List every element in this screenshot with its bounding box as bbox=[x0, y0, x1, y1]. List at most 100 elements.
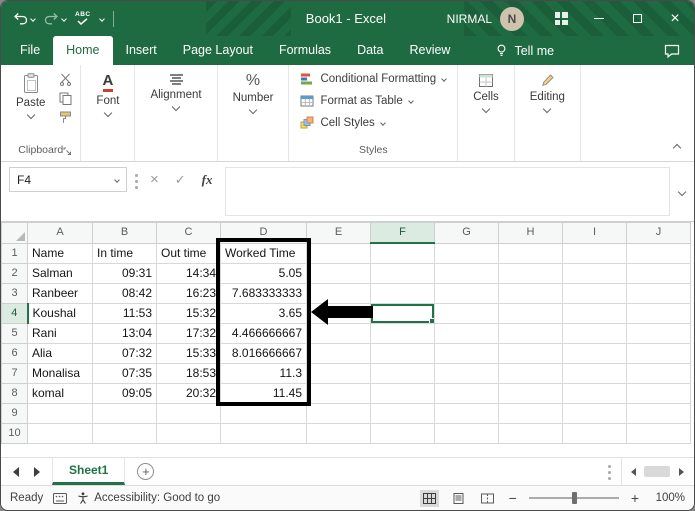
cell-D6[interactable]: 8.016666667 bbox=[221, 343, 307, 363]
column-header-C[interactable]: C bbox=[157, 223, 221, 244]
close-button[interactable]: × bbox=[656, 1, 694, 36]
row-header-2[interactable]: 2 bbox=[2, 263, 28, 283]
cell-G3[interactable] bbox=[435, 283, 499, 303]
maximize-button[interactable] bbox=[618, 1, 656, 36]
cell-H4[interactable] bbox=[499, 303, 563, 323]
column-header-G[interactable]: G bbox=[435, 223, 499, 244]
cell-E5[interactable] bbox=[307, 323, 371, 343]
cell-E8[interactable] bbox=[307, 383, 371, 403]
cell-I1[interactable] bbox=[563, 243, 627, 263]
zoom-slider-thumb[interactable] bbox=[572, 492, 577, 504]
cell-H3[interactable] bbox=[499, 283, 563, 303]
cell-B10[interactable] bbox=[93, 423, 157, 443]
cell-B2[interactable]: 09:31 bbox=[93, 263, 157, 283]
zoom-slider[interactable] bbox=[529, 491, 619, 505]
zoom-level[interactable]: 100% bbox=[651, 492, 685, 504]
cell-I7[interactable] bbox=[563, 363, 627, 383]
customize-qat-button[interactable] bbox=[99, 16, 105, 22]
cell-A4[interactable]: Koushal bbox=[28, 303, 93, 323]
minimize-button[interactable] bbox=[580, 1, 618, 36]
zoom-in-button[interactable]: + bbox=[629, 490, 641, 506]
cell-H5[interactable] bbox=[499, 323, 563, 343]
insert-function-button[interactable]: fx bbox=[198, 167, 217, 192]
tab-file[interactable]: File bbox=[7, 36, 53, 65]
cell-A10[interactable] bbox=[28, 423, 93, 443]
cell-F3[interactable] bbox=[371, 283, 435, 303]
cell-F5[interactable] bbox=[371, 323, 435, 343]
column-header-A[interactable]: A bbox=[28, 223, 93, 244]
font-button[interactable]: A Font bbox=[89, 70, 126, 119]
column-header-J[interactable]: J bbox=[627, 223, 691, 244]
cell-I8[interactable] bbox=[563, 383, 627, 403]
cell-F2[interactable] bbox=[371, 263, 435, 283]
cell-D3[interactable]: 7.683333333 bbox=[221, 283, 307, 303]
cell-C3[interactable]: 16:23 bbox=[157, 283, 221, 303]
cell-F4[interactable] bbox=[371, 303, 435, 323]
enter-button[interactable]: ✓ bbox=[171, 167, 190, 192]
cell-A1[interactable]: Name bbox=[28, 243, 93, 263]
row-header-8[interactable]: 8 bbox=[2, 383, 28, 403]
cells-button[interactable]: Cells bbox=[466, 70, 506, 115]
format-as-table-button[interactable]: Format as Table bbox=[297, 90, 449, 112]
cell-J8[interactable] bbox=[627, 383, 691, 403]
cell-I9[interactable] bbox=[563, 403, 627, 423]
formula-bar-expand-icon[interactable] bbox=[678, 188, 686, 196]
cell-D4[interactable]: 3.65 bbox=[221, 303, 307, 323]
previous-sheet-button[interactable] bbox=[13, 467, 19, 477]
cell-E10[interactable] bbox=[307, 423, 371, 443]
cell-A2[interactable]: Salman bbox=[28, 263, 93, 283]
cell-C9[interactable] bbox=[157, 403, 221, 423]
cell-C2[interactable]: 14:34 bbox=[157, 263, 221, 283]
cell-F10[interactable] bbox=[371, 423, 435, 443]
tell-me-button[interactable]: Tell me bbox=[495, 36, 554, 65]
column-header-I[interactable]: I bbox=[563, 223, 627, 244]
cell-E1[interactable] bbox=[307, 243, 371, 263]
cell-B3[interactable]: 08:42 bbox=[93, 283, 157, 303]
cell-J2[interactable] bbox=[627, 263, 691, 283]
cell-J10[interactable] bbox=[627, 423, 691, 443]
cell-B6[interactable]: 07:32 bbox=[93, 343, 157, 363]
cell-J1[interactable] bbox=[627, 243, 691, 263]
cell-F6[interactable] bbox=[371, 343, 435, 363]
tab-formulas[interactable]: Formulas bbox=[266, 36, 344, 65]
column-header-E[interactable]: E bbox=[307, 223, 371, 244]
cell-J9[interactable] bbox=[627, 403, 691, 423]
horizontal-scrollbar[interactable] bbox=[621, 458, 692, 485]
cell-D9[interactable] bbox=[221, 403, 307, 423]
cancel-button[interactable]: × bbox=[146, 167, 163, 192]
cell-H6[interactable] bbox=[499, 343, 563, 363]
cell-E2[interactable] bbox=[307, 263, 371, 283]
cell-I4[interactable] bbox=[563, 303, 627, 323]
cell-H9[interactable] bbox=[499, 403, 563, 423]
cell-F9[interactable] bbox=[371, 403, 435, 423]
format-painter-icon[interactable] bbox=[59, 111, 72, 124]
cell-J4[interactable] bbox=[627, 303, 691, 323]
column-header-B[interactable]: B bbox=[93, 223, 157, 244]
zoom-out-button[interactable]: − bbox=[507, 490, 519, 506]
row-header-4[interactable]: 4 bbox=[2, 303, 28, 323]
cell-H8[interactable] bbox=[499, 383, 563, 403]
cell-B1[interactable]: In time bbox=[93, 243, 157, 263]
cell-G7[interactable] bbox=[435, 363, 499, 383]
cell-B4[interactable]: 11:53 bbox=[93, 303, 157, 323]
cell-C1[interactable]: Out time bbox=[157, 243, 221, 263]
cell-C7[interactable]: 18:53 bbox=[157, 363, 221, 383]
cell-J5[interactable] bbox=[627, 323, 691, 343]
column-header-D[interactable]: D bbox=[221, 223, 307, 244]
page-layout-view-button[interactable] bbox=[449, 490, 468, 507]
cell-J7[interactable] bbox=[627, 363, 691, 383]
copy-icon[interactable] bbox=[59, 92, 72, 105]
column-header-H[interactable]: H bbox=[499, 223, 563, 244]
cell-C5[interactable]: 17:32 bbox=[157, 323, 221, 343]
comments-button[interactable] bbox=[664, 36, 680, 65]
cell-J6[interactable] bbox=[627, 343, 691, 363]
row-header-1[interactable]: 1 bbox=[2, 243, 28, 263]
cell-A6[interactable]: Alia bbox=[28, 343, 93, 363]
ribbon-display-options-button[interactable] bbox=[542, 1, 580, 36]
tab-insert[interactable]: Insert bbox=[113, 36, 170, 65]
scroll-right-button[interactable] bbox=[670, 458, 692, 485]
cell-B5[interactable]: 13:04 bbox=[93, 323, 157, 343]
macro-record-icon[interactable] bbox=[53, 493, 67, 504]
cell-I10[interactable] bbox=[563, 423, 627, 443]
cell-C4[interactable]: 15:32 bbox=[157, 303, 221, 323]
